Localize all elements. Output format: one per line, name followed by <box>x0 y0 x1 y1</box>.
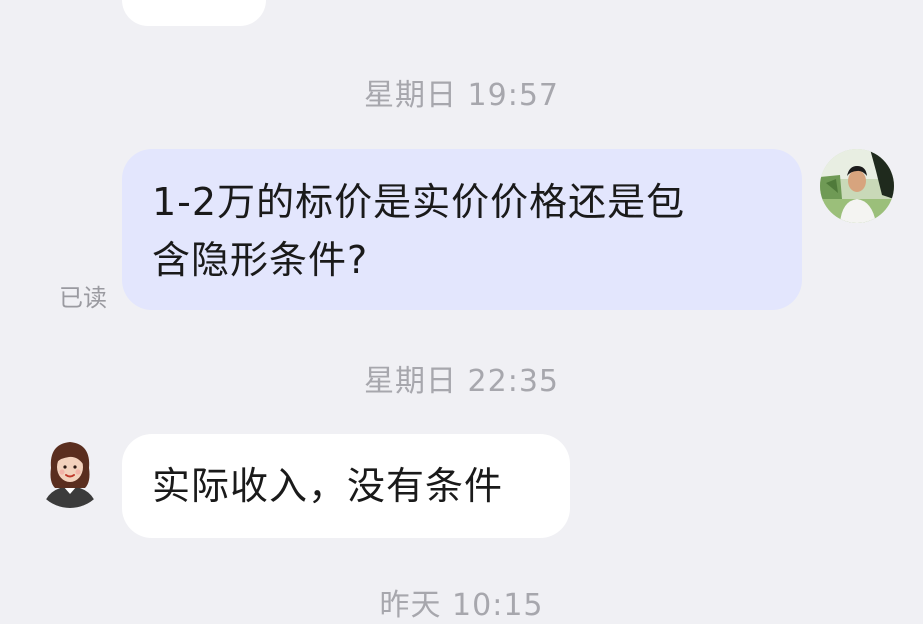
outgoing-message-bubble[interactable]: 1-2万的标价是实价价格还是包 含隐形条件? <box>122 149 802 310</box>
message-text-line: 1-2万的标价是实价价格还是包 <box>152 180 686 224</box>
previous-message-bubble[interactable] <box>122 0 266 26</box>
incoming-message-bubble[interactable]: 实际收入，没有条件 <box>122 434 570 538</box>
timestamp: 昨天 10:15 <box>379 588 544 623</box>
chat-view: 星期日 19:57 1-2万的标价是实价价格还是包 含隐形条件? 已读 星期日 … <box>0 0 923 623</box>
message-text-line: 含隐形条件? <box>152 238 369 282</box>
timestamp: 星期日 22:35 <box>364 364 559 399</box>
read-status: 已读 <box>59 284 107 312</box>
message-text: 实际收入，没有条件 <box>152 464 504 508</box>
contact-avatar-icon[interactable] <box>33 434 107 508</box>
timestamp: 星期日 19:57 <box>364 78 559 113</box>
user-avatar-icon[interactable] <box>820 149 894 223</box>
